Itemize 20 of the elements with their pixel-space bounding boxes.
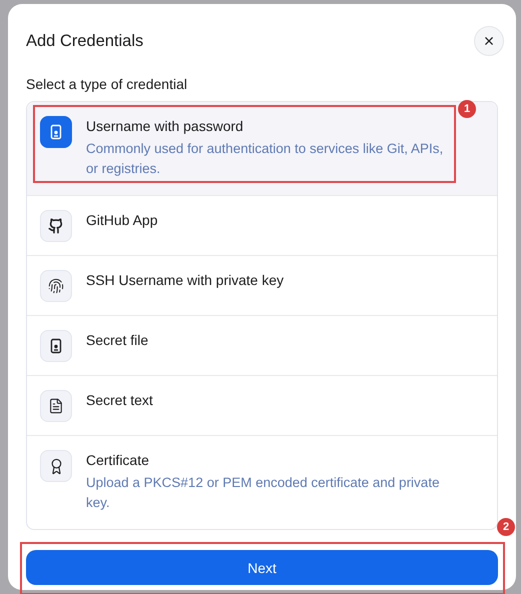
step-badge: 1 [458,100,476,118]
option-title: Secret file [86,332,148,348]
option-title: Certificate [86,452,150,468]
option-title: Username with password [86,118,244,134]
credential-option[interactable]: Username with password Commonly used for authentication to services like Git, APIs, or registries. 1 [27,102,497,195]
option-title: SSH Username with private key [86,272,284,288]
close-button[interactable]: × [474,26,504,56]
document-icon [48,398,64,414]
next-button[interactable]: Next [26,550,498,585]
github-icon [48,218,64,234]
option-description: Commonly used for authentication to services like Git, APIs, or registries. [86,140,444,178]
step-badge: 2 [497,518,515,536]
option-description: Upload a PKCS#12 or PEM encoded certificate and private key. [86,474,440,512]
id-badge-icon [48,338,64,354]
id-badge-icon [48,124,64,140]
dialog-title: Add Credentials [26,32,144,50]
fingerprint-icon [48,278,64,294]
prompt-label: Select a type of credential [26,76,188,92]
option-title: GitHub App [86,212,158,228]
option-title: Secret text [86,392,153,408]
